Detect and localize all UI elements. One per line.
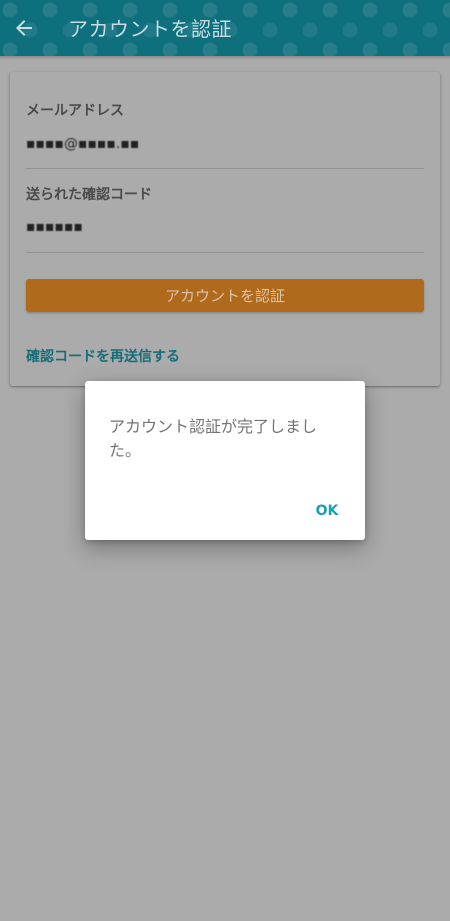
app-bar: アカウントを認証 [0,0,450,56]
back-button[interactable] [10,14,38,42]
code-divider [26,252,424,253]
arrow-left-icon [16,20,32,36]
code-field[interactable]: ▪▪▪▪▪▪ [26,219,83,235]
email-label: メールアドレス [26,103,124,119]
code-label: 送られた確認コード [26,187,152,203]
email-divider [26,168,424,169]
email-field[interactable]: ▪▪▪▪@▪▪▪▪.▪▪ [26,136,139,152]
dialog-message: アカウント認証が完了しました。 [109,417,318,460]
page-title: アカウントを認証 [68,17,232,41]
confirmation-dialog: アカウント認証が完了しました。 OK [85,381,365,540]
ok-button[interactable]: OK [305,499,349,523]
app-bar-shadow [0,56,450,60]
resend-code-link[interactable]: 確認コードを再送信する [26,346,180,366]
verify-account-button[interactable]: アカウントを認証 [26,279,424,312]
verification-card: メールアドレス ▪▪▪▪@▪▪▪▪.▪▪ 送られた確認コード ▪▪▪▪▪▪ アカ… [10,72,440,386]
